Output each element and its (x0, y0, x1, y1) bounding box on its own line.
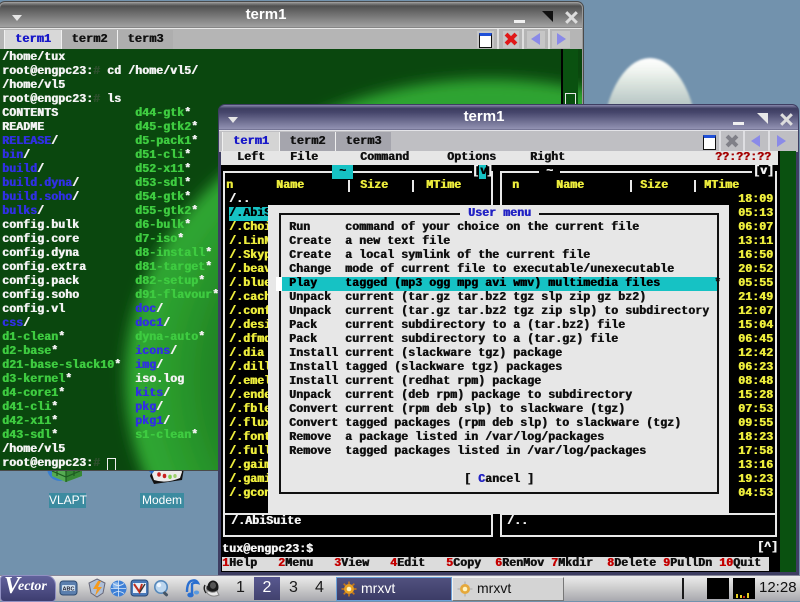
svg-text:ABC: ABC (63, 587, 75, 593)
